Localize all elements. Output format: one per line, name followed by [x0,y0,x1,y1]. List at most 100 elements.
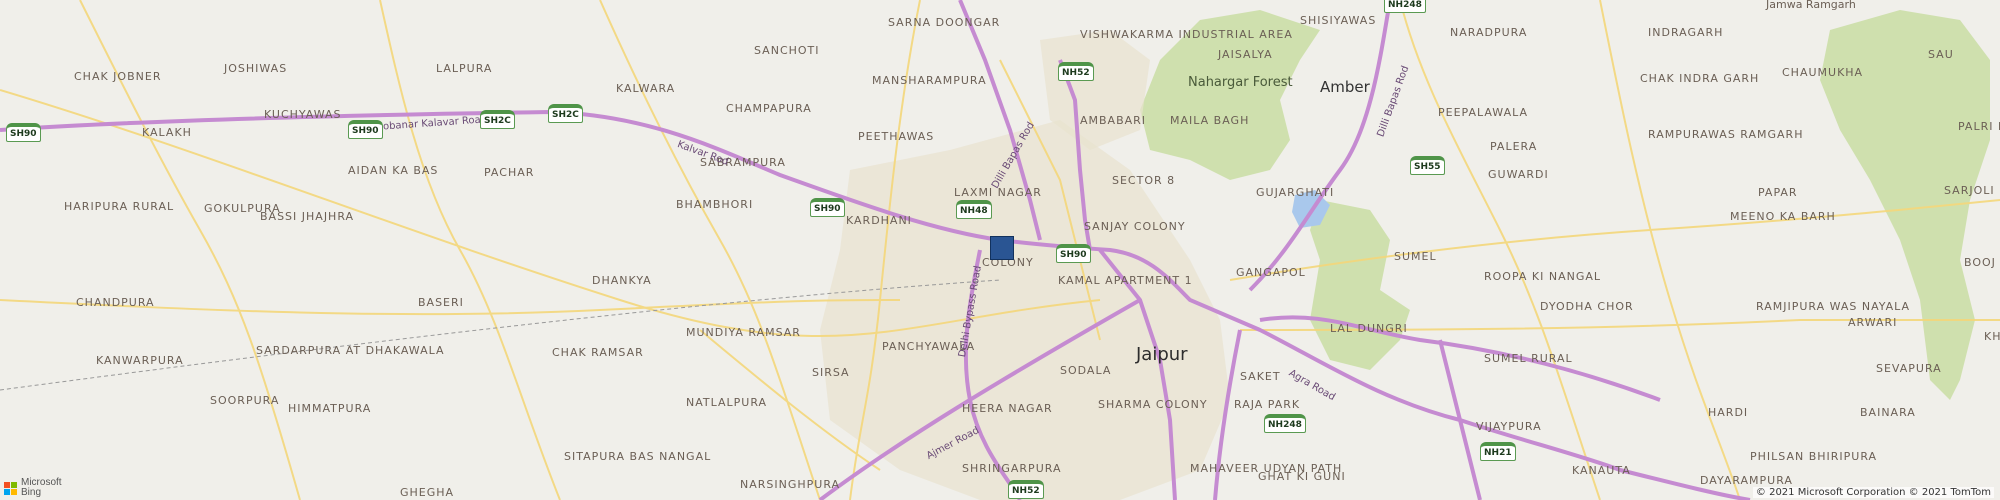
place-label: Guwardi [1488,168,1549,181]
location-pin-icon[interactable] [990,236,1014,260]
place-label: Dhankya [592,274,652,287]
place-label: Vijaypura [1476,420,1542,433]
place-label: Booj [1964,256,1996,269]
place-label: Baseri [418,296,464,309]
place-label: Sarjoli [1944,184,1995,197]
place-label: Shisiyawas [1300,14,1377,27]
highway-shield: SH90 [348,120,383,139]
place-label: Kanwarpura [96,354,184,367]
place-label: Pachar [484,166,535,179]
place-label: Sarna Doongar [888,16,1001,29]
place-label: Aidan Ka Bas [348,164,439,177]
place-label: Kuchyawas [264,108,342,121]
place-label: Peethawas [858,130,935,143]
place-label: Arwari [1848,316,1898,329]
place-label: Sanchoti [754,44,820,57]
place-label: Chaumukha [1782,66,1864,79]
place-label: Vishwakarma Industrial Area [1080,28,1293,41]
highway-shield: NH21 [1480,442,1516,461]
place-label: Kalakh [142,126,192,139]
place-label: Kalwara [616,82,676,95]
brand-line-2: Bing [21,487,42,498]
place-label: Rampurawas Ramgarh [1648,128,1804,141]
place-label: Jamwa Ramgarh [1766,0,1856,11]
place-label: Dayarampura [1700,474,1793,487]
place-label: Ghat Ki Guni [1258,470,1346,483]
place-label: Peepalawala [1438,106,1528,119]
place-label: Sector 8 [1112,174,1176,187]
place-label: Bassi Jhajhra [260,210,355,223]
place-label: Soorpura [210,394,280,407]
place-label: Ambabari [1080,114,1147,127]
place-label: Palera [1490,140,1538,153]
place-label: Ramjipura Was Nayala [1756,300,1911,313]
place-label: Dyodha Chor [1540,300,1634,313]
place-label: Kardhani [846,214,912,227]
highway-shield: NH248 [1264,414,1306,433]
place-label: Bainara [1860,406,1916,419]
highway-shield: SH55 [1410,156,1445,175]
place-label: Shringarpura [962,462,1062,475]
place-label: Mundiya Ramsar [686,326,801,339]
place-label: Jaisalya [1218,48,1273,61]
place-label: Joshiwas [224,62,288,75]
place-label: Sharma Colony [1098,398,1208,411]
place-label: Sardarpura At Dhakawala [256,344,445,357]
place-label: Chandpura [76,296,155,309]
place-label: Papar [1758,186,1798,199]
highway-shield: SH2C [480,110,515,129]
highway-shield: NH52 [1008,480,1044,499]
place-label: Sau [1928,48,1954,61]
place-label: Gangapol [1236,266,1306,279]
forest-area [1310,200,1410,370]
place-label: Chak Ramsar [552,346,644,359]
place-label: Sanjay Colony [1084,220,1186,233]
highway-shield: SH90 [6,123,41,142]
copyright-text[interactable]: © 2021 Microsoft Corporation © 2021 TomT… [1752,487,1994,498]
place-label: Sodala [1060,364,1112,377]
place-label: Sumel [1394,250,1437,263]
place-label: Narsinghpura [740,478,841,491]
place-label: Chak Indra Garh [1640,72,1760,85]
place-label: Haripura Rural [64,200,175,213]
place-label: Lalpura [436,62,493,75]
place-label: Maila Bagh [1170,114,1250,127]
place-label: Saket [1240,370,1281,383]
city-label[interactable]: Jaipur [1136,344,1188,365]
highway-shield: SH90 [810,198,845,217]
place-label: Sitapura Bas Nangal [564,450,712,463]
place-label: Sirsa [812,366,850,379]
highway-shield: NH248 [1384,0,1426,13]
place-label: Lal Dungri [1330,322,1408,335]
place-label: Meeno Ka Barh [1730,210,1836,223]
highway-shield: SH90 [1056,244,1091,263]
place-label: Naradpura [1450,26,1528,39]
place-label: Heera Nagar [962,402,1053,415]
place-label: Raja Park [1234,398,1301,411]
place-label: Palri K [1958,120,2000,133]
highway-shield: NH48 [956,200,992,219]
place-label: Roopa Ki Nangal [1484,270,1602,283]
bing-logo[interactable]: Microsoft Bing [4,478,62,498]
place-label: Kanauta [1572,464,1631,477]
place-label: Sevapura [1876,362,1942,375]
place-label: Himmatpura [288,402,372,415]
microsoft-logo-icon [4,481,17,495]
place-label: Chak Jobner [74,70,162,83]
place-label: Bhambhori [676,198,754,211]
place-label: Ghegha [400,486,455,499]
place-label: Champapura [726,102,812,115]
place-label: Sumel Rural [1484,352,1573,365]
forest-label: Nahargar Forest [1188,75,1293,90]
map-canvas[interactable]: Jaipur Amber Nahargar Forest Sarna Doong… [0,0,2000,500]
place-label: Kh [1984,330,2000,343]
place-label: Kamal Apartment 1 [1058,274,1193,287]
place-label[interactable]: Amber [1320,78,1370,96]
place-label: Gujarghati [1256,186,1335,199]
place-label: Hardi [1708,406,1749,419]
highway-shield: SH2C [548,104,583,123]
place-label: Mansharampura [872,74,987,87]
highway-shield: NH52 [1058,62,1094,81]
place-label: Philsan Bhiripura [1750,450,1878,463]
place-label: Indragarh [1648,26,1724,39]
